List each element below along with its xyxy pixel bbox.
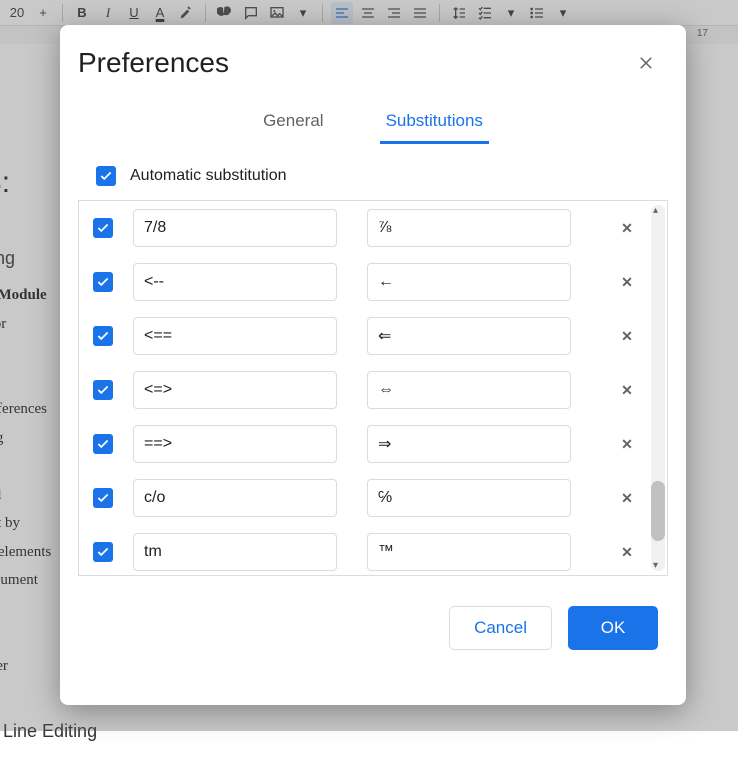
row-enable-checkbox[interactable] bbox=[93, 272, 113, 292]
row-enable-checkbox[interactable] bbox=[93, 488, 113, 508]
substitution-row: tm ™ ✕ bbox=[79, 525, 667, 576]
with-field[interactable]: ⇐ bbox=[367, 317, 571, 355]
with-field[interactable]: ← bbox=[367, 263, 571, 301]
tab-substitutions[interactable]: Substitutions bbox=[380, 103, 489, 144]
preferences-dialog: Preferences General Substitutions Automa… bbox=[60, 25, 686, 705]
tab-general[interactable]: General bbox=[257, 103, 329, 144]
substitution-row: c/o ℅ ✕ bbox=[79, 471, 667, 525]
delete-row-icon[interactable]: ✕ bbox=[617, 490, 637, 507]
replace-field[interactable]: <=> bbox=[133, 371, 337, 409]
automatic-substitution-label: Automatic substitution bbox=[130, 167, 287, 185]
scroll-thumb[interactable] bbox=[651, 481, 665, 541]
substitution-row: ==> ⇒ ✕ bbox=[79, 417, 667, 471]
replace-field[interactable]: ==> bbox=[133, 425, 337, 463]
row-enable-checkbox[interactable] bbox=[93, 542, 113, 562]
replace-field[interactable]: <== bbox=[133, 317, 337, 355]
with-field[interactable]: ℅ bbox=[367, 479, 571, 517]
delete-row-icon[interactable]: ✕ bbox=[617, 274, 637, 291]
row-enable-checkbox[interactable] bbox=[93, 326, 113, 346]
delete-row-icon[interactable]: ✕ bbox=[617, 220, 637, 237]
delete-row-icon[interactable]: ✕ bbox=[617, 544, 637, 561]
close-icon[interactable] bbox=[632, 49, 660, 77]
with-field[interactable]: ⇒ bbox=[367, 425, 571, 463]
scrollbar[interactable]: ▴ ▾ bbox=[651, 205, 665, 571]
automatic-substitution-checkbox[interactable] bbox=[96, 166, 116, 186]
delete-row-icon[interactable]: ✕ bbox=[617, 328, 637, 345]
scroll-down-icon[interactable]: ▾ bbox=[653, 560, 658, 571]
substitution-row: <-- ← ✕ bbox=[79, 255, 667, 309]
dialog-title: Preferences bbox=[78, 47, 229, 79]
cancel-button[interactable]: Cancel bbox=[449, 606, 552, 650]
delete-row-icon[interactable]: ✕ bbox=[617, 382, 637, 399]
scroll-up-icon[interactable]: ▴ bbox=[653, 205, 658, 216]
replace-field[interactable]: 7/8 bbox=[133, 209, 337, 247]
delete-row-icon[interactable]: ✕ bbox=[617, 436, 637, 453]
substitution-list: 7/8 ⅞ ✕ <-- ← ✕ <== ⇐ ✕ <=> ⇔ ✕ ==> ⇒ ✕ c/o ℅ ✕ tm ™ ✕ ▴ ▾ bbox=[78, 200, 668, 576]
replace-field[interactable]: <-- bbox=[133, 263, 337, 301]
substitution-row: 7/8 ⅞ ✕ bbox=[79, 201, 667, 255]
ok-button[interactable]: OK bbox=[568, 606, 658, 650]
row-enable-checkbox[interactable] bbox=[93, 380, 113, 400]
row-enable-checkbox[interactable] bbox=[93, 218, 113, 238]
with-field[interactable]: ™ bbox=[367, 533, 571, 571]
replace-field[interactable]: tm bbox=[133, 533, 337, 571]
with-field[interactable]: ⅞ bbox=[367, 209, 571, 247]
row-enable-checkbox[interactable] bbox=[93, 434, 113, 454]
substitution-row: <=> ⇔ ✕ bbox=[79, 363, 667, 417]
replace-field[interactable]: c/o bbox=[133, 479, 337, 517]
dialog-tabs: General Substitutions bbox=[60, 85, 686, 144]
with-field[interactable]: ⇔ bbox=[367, 371, 571, 409]
substitution-row: <== ⇐ ✕ bbox=[79, 309, 667, 363]
